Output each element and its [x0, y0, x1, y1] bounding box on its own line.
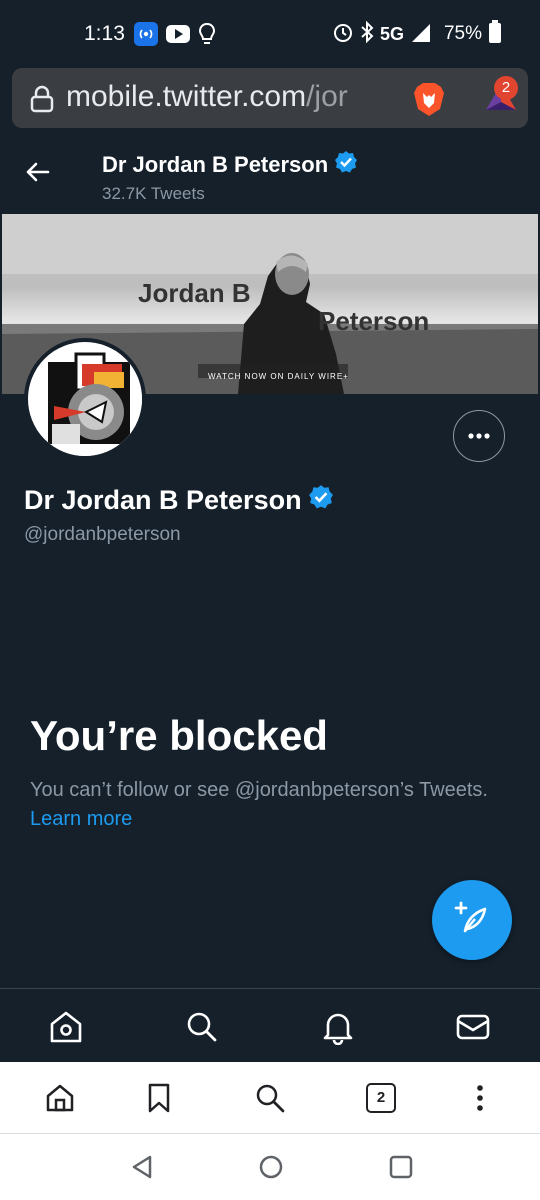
brave-shields-icon[interactable]	[412, 81, 446, 122]
profile-name-text: Dr Jordan B Peterson	[24, 485, 302, 515]
network-type: 5G	[379, 23, 404, 44]
more-options-button[interactable]	[453, 410, 505, 462]
signal-icon	[410, 22, 432, 47]
url-text[interactable]: mobile.twitter.com/jor	[66, 80, 396, 114]
url-path: /jor	[306, 80, 348, 113]
search-icon[interactable]	[184, 1009, 220, 1045]
browser-toolbar: 2	[0, 1062, 540, 1134]
banner-name-line2: Peterson	[318, 306, 430, 336]
tab-switcher-button[interactable]: 2	[366, 1083, 396, 1113]
avatar[interactable]	[24, 338, 146, 460]
nav-recents-icon[interactable]	[388, 1154, 414, 1185]
profile-header: Dr Jordan B Peterson 32.7K Tweets	[0, 134, 540, 214]
banner-tagline: WATCH NOW ON DAILY WIRE+	[208, 372, 349, 381]
bluetooth-icon	[360, 20, 374, 48]
nfc-icon	[134, 22, 158, 46]
battery-percent: 75%	[443, 23, 482, 44]
status-bar: 1:13 5G 75%	[0, 0, 540, 62]
blocked-title: You’re blocked	[30, 712, 328, 759]
browser-menu-icon[interactable]	[464, 1082, 496, 1114]
status-right: 5G 75%	[332, 19, 502, 49]
home-icon[interactable]	[48, 1009, 84, 1045]
youtube-icon	[166, 25, 190, 43]
battery-icon	[488, 19, 502, 49]
alarm-icon	[332, 21, 354, 48]
tweet-count: 32.7K Tweets	[102, 184, 205, 203]
header-name: Dr Jordan B Peterson	[102, 152, 329, 177]
notifications-bell-icon[interactable]	[320, 1009, 356, 1046]
avatar-image	[36, 350, 142, 456]
verified-badge-icon	[308, 484, 334, 517]
header-title: Dr Jordan B Peterson	[102, 150, 358, 180]
verified-badge-icon	[334, 150, 358, 180]
lock-icon[interactable]	[30, 85, 54, 118]
nav-back-icon[interactable]	[130, 1154, 156, 1185]
messages-envelope-icon[interactable]	[455, 1009, 491, 1045]
more-dots-icon	[467, 427, 491, 445]
android-nav-bar	[0, 1134, 540, 1200]
blocked-message: You can’t follow or see @jordanbpeterson…	[30, 776, 500, 834]
back-arrow-icon[interactable]	[20, 154, 56, 190]
learn-more-link[interactable]: Learn more	[30, 808, 132, 830]
rewards-badge: 2	[494, 76, 518, 100]
bulb-icon	[197, 22, 217, 51]
compose-feather-icon	[453, 899, 491, 942]
twitter-bottom-nav	[0, 988, 540, 1062]
banner-name-line1: Jordan B	[138, 278, 251, 308]
blocked-body-text: You can’t follow or see @jordanbpeterson…	[30, 779, 488, 801]
profile-name: Dr Jordan B Peterson	[24, 484, 334, 517]
url-field[interactable]: mobile.twitter.com/jor	[12, 68, 528, 128]
status-time: 1:13	[84, 22, 125, 45]
nav-home-icon[interactable]	[258, 1154, 284, 1185]
compose-tweet-button[interactable]	[432, 880, 512, 960]
browser-search-icon[interactable]	[254, 1082, 286, 1114]
browser-home-icon[interactable]	[44, 1082, 76, 1114]
url-host: mobile.twitter.com	[66, 80, 307, 113]
browser-address-bar: mobile.twitter.com/jor 2	[0, 62, 540, 134]
bookmark-icon[interactable]	[143, 1082, 175, 1114]
profile-handle: @jordanbpeterson	[24, 524, 181, 545]
